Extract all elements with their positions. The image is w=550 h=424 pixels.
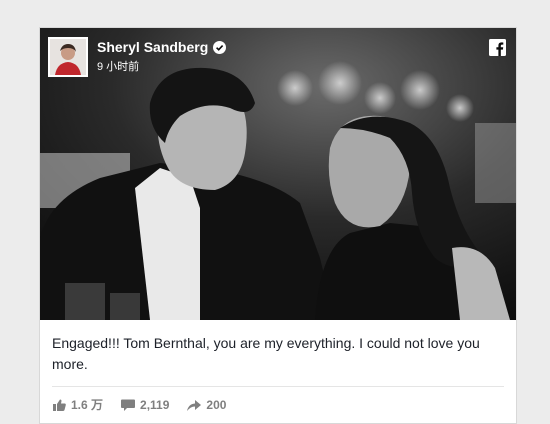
author-name[interactable]: Sheryl Sandberg — [97, 39, 208, 55]
thumbs-up-icon — [53, 399, 66, 411]
share-count[interactable]: 200 — [187, 398, 226, 412]
author-info: Sheryl Sandberg 9 小时前 — [97, 39, 227, 74]
verified-badge-icon — [213, 40, 227, 54]
like-count-text: 1.6 万 — [71, 398, 104, 412]
stats-divider — [52, 386, 504, 387]
post-photo[interactable]: Sheryl Sandberg 9 小时前 — [40, 28, 516, 320]
share-count-text: 200 — [206, 397, 227, 412]
comment-count-text: 2,119 — [140, 397, 170, 412]
comment-bubble-icon — [121, 399, 136, 411]
post-stats: 1.6 万 2,119 200 — [53, 396, 244, 413]
author-avatar[interactable] — [48, 37, 88, 77]
post-header: Sheryl Sandberg 9 小时前 — [48, 37, 227, 77]
facebook-logo-icon[interactable] — [489, 39, 506, 56]
avatar-image — [50, 39, 86, 75]
facebook-post-card: Sheryl Sandberg 9 小时前 Engaged!!! Tom Ber… — [39, 27, 517, 424]
post-message: Engaged!!! Tom Bernthal, you are my ever… — [52, 335, 480, 372]
author-name-line: Sheryl Sandberg — [97, 39, 227, 55]
post-timestamp[interactable]: 9 小时前 — [97, 58, 226, 74]
share-arrow-icon — [187, 399, 202, 411]
comment-count[interactable]: 2,119 — [121, 398, 169, 412]
like-count[interactable]: 1.6 万 — [53, 396, 103, 413]
